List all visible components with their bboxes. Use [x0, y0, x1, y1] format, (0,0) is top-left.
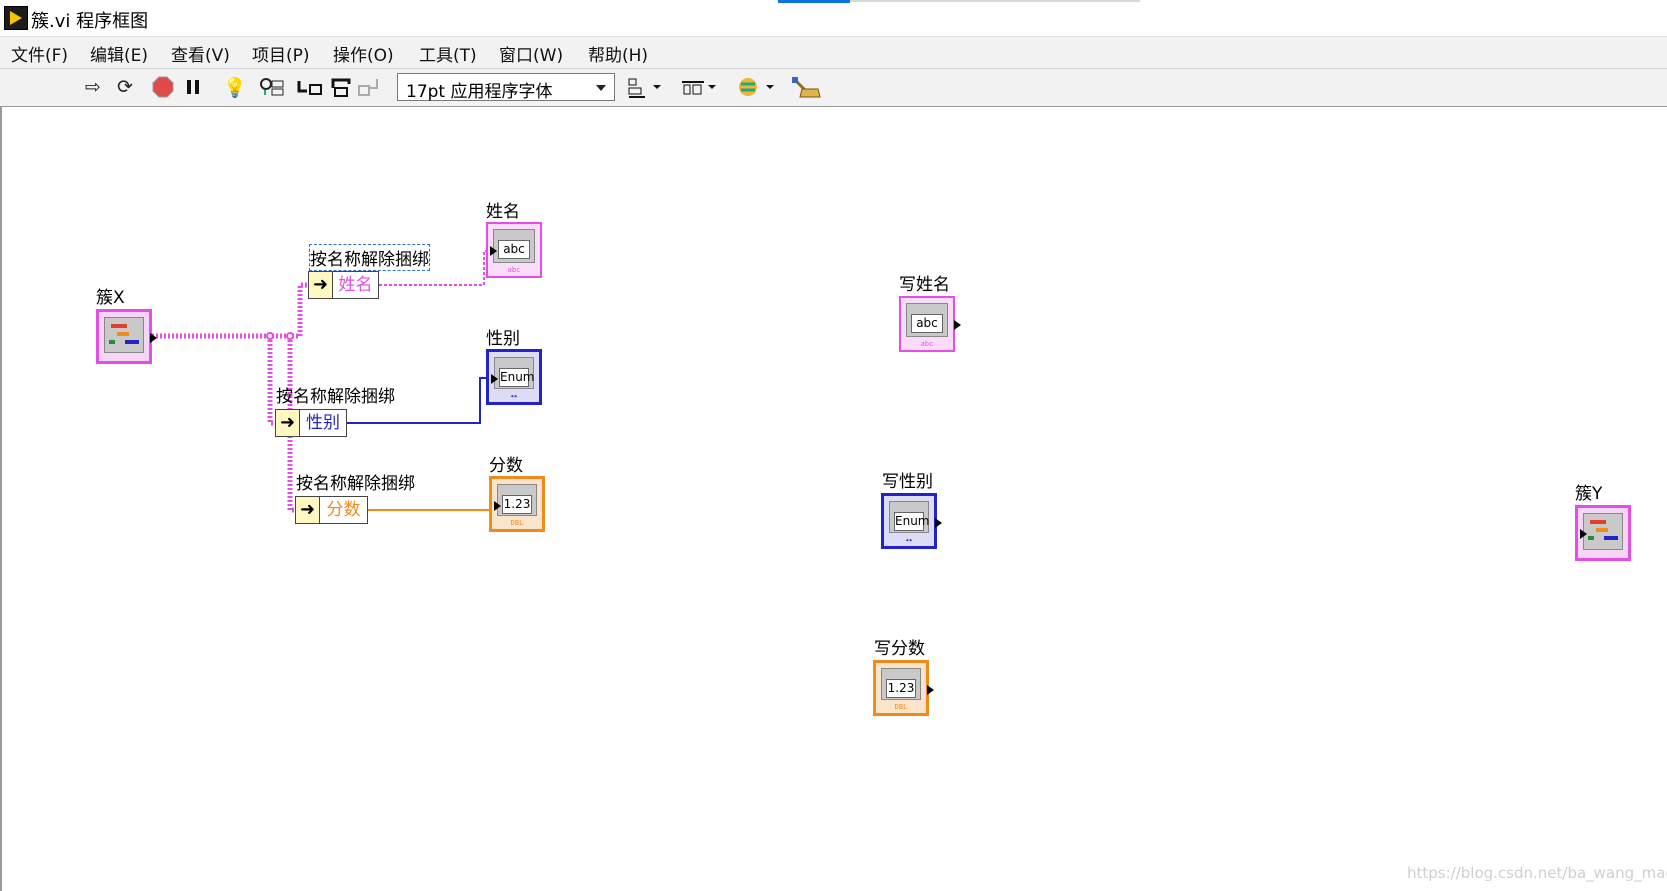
- clean-up-diagram-icon[interactable]: [790, 74, 824, 100]
- cluster-bar-red: [111, 324, 127, 328]
- align-objects-icon[interactable]: [627, 74, 665, 100]
- font-select[interactable]: 17pt 应用程序字体: [397, 73, 615, 102]
- control-score-label: 写分数: [874, 639, 925, 659]
- font-select-value: 17pt 应用程序字体: [406, 82, 553, 102]
- highlight-execution-icon[interactable]: 💡: [222, 74, 248, 100]
- menu-project[interactable]: 项目(P): [252, 41, 310, 66]
- run-arrow-icon[interactable]: ⇨: [80, 74, 106, 100]
- cluster-in-terminal[interactable]: [96, 309, 157, 364]
- control-gender-label: 写性别: [882, 472, 933, 492]
- distribute-objects-icon[interactable]: [680, 74, 720, 100]
- retain-wire-values-icon[interactable]: [258, 74, 286, 100]
- active-tab-indicator: [778, 0, 850, 3]
- cluster-bar-green: [109, 340, 115, 344]
- indicator-score-type-tag: DBL: [510, 519, 524, 527]
- unbundle-gender-node[interactable]: ➜ 性别: [275, 409, 347, 437]
- indicator-gender-label: 性别: [486, 329, 520, 349]
- reorder-glyph-icon: [739, 78, 774, 96]
- run-continuously-icon[interactable]: ⟳: [112, 74, 138, 100]
- abort-execution-icon[interactable]: [150, 74, 176, 100]
- indicator-score-label: 分数: [489, 456, 523, 476]
- block-diagram[interactable]: [0, 107, 1667, 891]
- control-gender-type-tag: ◂▸: [904, 536, 914, 544]
- input-pin-icon: [490, 246, 497, 256]
- menu-bar: 文件(F) 编辑(E) 查看(V) 项目(P) 操作(O) 工具(T) 窗口(W…: [0, 37, 1667, 69]
- step-into-arrow-icon: [297, 81, 322, 95]
- input-pin-icon: [491, 374, 498, 384]
- indicator-name-face: abc: [498, 240, 530, 259]
- control-name-label: 写姓名: [899, 275, 950, 295]
- indicator-name-type-tag: abc: [507, 266, 521, 274]
- menu-help[interactable]: 帮助(H): [588, 41, 648, 66]
- chevron-down-icon: [596, 85, 606, 91]
- pause-bars-icon: [187, 80, 199, 94]
- menu-tools[interactable]: 工具(T): [419, 41, 477, 66]
- watermark-text: https://blog.csdn.net/ba_wang_mao: [1407, 864, 1667, 882]
- probe-icon: [260, 78, 284, 96]
- unbundle-score-caption: 按名称解除捆绑: [296, 474, 415, 494]
- pause-icon[interactable]: [182, 74, 204, 100]
- indicator-gender-type-tag: ◂▸: [509, 392, 519, 400]
- output-pin-icon: [150, 333, 157, 343]
- stop-sign-icon: [152, 76, 174, 98]
- step-over-icon[interactable]: [328, 74, 356, 100]
- cluster-out-terminal[interactable]: [1575, 505, 1631, 561]
- control-gender-face: Enum: [894, 512, 929, 531]
- broom-icon: [792, 77, 821, 98]
- menu-operate[interactable]: 操作(O): [333, 41, 394, 66]
- step-out-arrow-icon: [358, 79, 378, 96]
- unbundle-name-caption: 按名称解除捆绑: [309, 244, 430, 271]
- unbundle-element-name: 姓名: [333, 272, 378, 298]
- title-bar: 簇.vi 程序框图: [0, 0, 1667, 37]
- menu-view[interactable]: 查看(V): [171, 41, 230, 66]
- control-name-terminal[interactable]: abc abc: [899, 296, 961, 352]
- unbundle-element-score: 分数: [320, 497, 367, 523]
- distribute-objects-glyph-icon: [682, 81, 716, 95]
- menu-file[interactable]: 文件(F): [11, 41, 68, 66]
- control-score-terminal[interactable]: 1.23 DBL: [873, 660, 934, 716]
- cluster-in-label: 簇X: [96, 288, 125, 308]
- control-name-type-tag: abc: [920, 340, 934, 348]
- reorder-icon[interactable]: [736, 74, 778, 100]
- unbundle-gender-caption: 按名称解除捆绑: [276, 387, 395, 407]
- indicator-name-terminal[interactable]: abc abc: [486, 222, 542, 278]
- output-pin-icon: [927, 685, 934, 695]
- input-pin-icon: [1580, 529, 1587, 539]
- indicator-score-face: 1.23: [502, 495, 532, 514]
- indicator-score-terminal[interactable]: 1.23 DBL: [489, 476, 545, 532]
- unbundle-name-node[interactable]: ➜ 姓名: [308, 271, 379, 299]
- arrow-right-icon: ➜: [296, 497, 320, 523]
- unbundle-element-gender: 性别: [300, 410, 346, 436]
- window-title: 簇.vi 程序框图: [31, 11, 149, 32]
- cluster-bar-blue: [125, 340, 139, 344]
- control-score-face: 1.23: [886, 679, 916, 698]
- arrow-right-icon: ➜: [309, 272, 333, 298]
- output-pin-icon: [935, 518, 942, 528]
- step-out-icon[interactable]: [356, 74, 382, 100]
- cluster-bar-orange: [1596, 528, 1608, 532]
- output-pin-icon: [954, 320, 961, 330]
- unbundle-score-node[interactable]: ➜ 分数: [295, 496, 368, 524]
- control-name-face: abc: [911, 314, 943, 333]
- indicator-gender-face: Enum: [499, 368, 534, 387]
- step-over-arrow-icon: [331, 78, 351, 97]
- toolbar: ⇨ ⟳ 💡 17pt 应用程序字体: [0, 69, 1667, 108]
- tab-strip: [850, 0, 1140, 2]
- indicator-gender-terminal[interactable]: Enum ◂▸: [486, 349, 542, 405]
- arrow-right-icon: ➜: [276, 410, 300, 436]
- labview-vi-icon: [4, 6, 28, 30]
- align-objects-glyph-icon: [628, 78, 661, 98]
- control-gender-terminal[interactable]: Enum ◂▸: [881, 493, 942, 549]
- cluster-out-label: 簇Y: [1575, 484, 1603, 504]
- cluster-bar-green: [1588, 536, 1594, 540]
- menu-edit[interactable]: 编辑(E): [90, 41, 148, 66]
- menu-window[interactable]: 窗口(W): [499, 41, 563, 66]
- control-score-type-tag: DBL: [894, 703, 908, 711]
- cluster-bar-orange: [117, 332, 129, 336]
- input-pin-icon: [494, 501, 501, 511]
- indicator-name-label: 姓名: [486, 202, 520, 222]
- step-into-icon[interactable]: [296, 74, 324, 100]
- cluster-bar-red: [1590, 520, 1606, 524]
- cluster-bar-blue: [1604, 536, 1618, 540]
